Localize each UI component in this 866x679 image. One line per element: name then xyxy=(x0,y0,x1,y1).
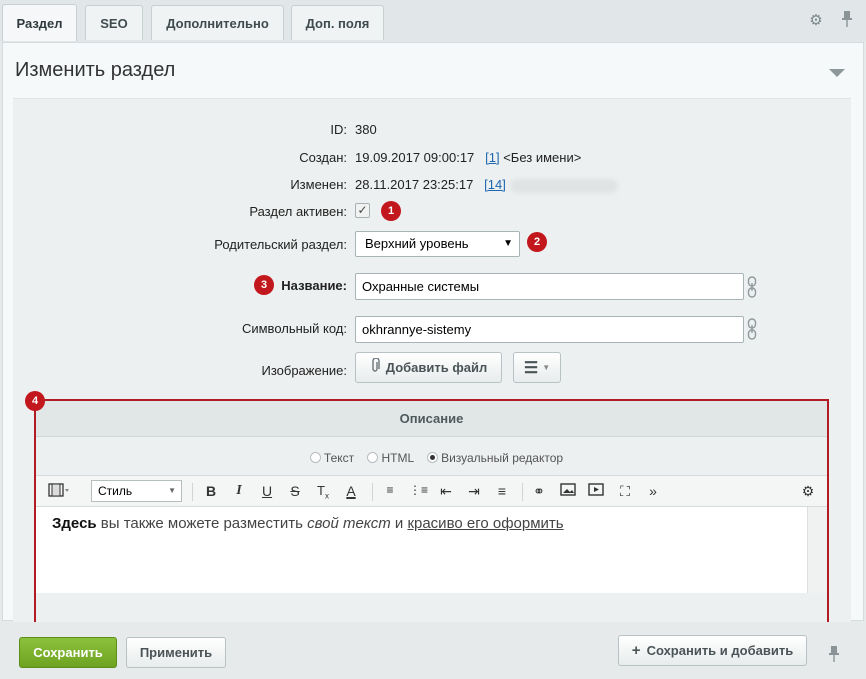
italic-icon[interactable]: I xyxy=(230,483,248,499)
modified-value: 28.11.2017 23:25:17 [14] xyxy=(355,177,618,193)
strikethrough-icon[interactable]: S xyxy=(286,483,304,499)
tab-bar: Раздел SEO Дополнительно Доп. поля ⚙ xyxy=(0,0,866,42)
parent-label: Родительский раздел: xyxy=(214,237,347,252)
editor-mode-switch: Текст HTML Визуальный редактор xyxy=(36,437,827,475)
toolbar-separator xyxy=(522,483,523,501)
tab-seo[interactable]: SEO xyxy=(85,5,143,40)
content-bold: Здесь xyxy=(52,515,97,532)
blurred-user-name xyxy=(509,178,618,193)
badge-4: 4 xyxy=(25,391,45,411)
bullet-list-icon[interactable]: ⋮≡ xyxy=(409,483,428,497)
hamburger-icon: ☰ xyxy=(523,359,539,377)
underline-icon[interactable]: U xyxy=(258,483,276,499)
badge-2: 2 xyxy=(527,232,547,252)
footer-bar: Сохранить Применить + Сохранить и добави… xyxy=(0,622,866,679)
style-select-value: Стиль xyxy=(98,484,133,498)
more-icon[interactable]: » xyxy=(644,483,662,499)
editor-scrollbar[interactable] xyxy=(807,507,827,593)
content-italic: свой текст xyxy=(307,515,391,532)
page-title: Изменить раздел xyxy=(15,59,176,81)
mode-visual-label[interactable]: Визуальный редактор xyxy=(441,451,563,465)
ordered-list-icon[interactable]: ≡ xyxy=(381,483,399,497)
badge-3: 3 xyxy=(254,275,274,295)
plus-icon: + xyxy=(631,642,641,659)
chevron-down-icon: ▼ xyxy=(168,486,176,495)
mode-text-label[interactable]: Текст xyxy=(324,451,354,465)
editor-content[interactable]: Здесь вы также можете разместить свой те… xyxy=(36,507,827,593)
add-file-label: Добавить файл xyxy=(385,360,488,375)
pin-icon[interactable] xyxy=(828,646,840,665)
apply-button[interactable]: Применить xyxy=(126,637,226,668)
gear-icon[interactable]: ⚙ xyxy=(799,483,817,500)
bold-icon[interactable]: B xyxy=(202,483,220,499)
toolbar-separator xyxy=(192,483,193,501)
created-date: 19.09.2017 09:00:17 xyxy=(355,150,475,165)
name-label: Название: xyxy=(281,278,347,293)
modified-label: Изменен: xyxy=(290,177,347,192)
indent-icon[interactable]: ⇥ xyxy=(465,483,483,500)
code-input[interactable]: okhrannye-sistemy xyxy=(355,316,744,343)
dropdown-arrow-icon: ▼ xyxy=(503,238,513,249)
name-input[interactable]: Охранные системы xyxy=(355,273,744,300)
created-user-name: <Без имени> xyxy=(503,150,582,165)
editor-header: Описание xyxy=(36,401,827,437)
chain-link-icon[interactable] xyxy=(747,276,757,301)
tab-extra-fields[interactable]: Доп. поля xyxy=(291,5,384,40)
tab-section[interactable]: Раздел xyxy=(2,4,77,41)
add-file-button[interactable]: Добавить файл xyxy=(355,352,502,383)
modified-date: 28.11.2017 23:25:17 xyxy=(355,177,474,192)
badge-1: 1 xyxy=(381,201,401,221)
gear-icon[interactable]: ⚙ xyxy=(807,11,825,29)
content-plain: вы также можете разместить xyxy=(96,515,308,532)
chevron-down-icon: ▼ xyxy=(542,363,551,372)
save-and-add-button[interactable]: + Сохранить и добавить xyxy=(618,635,807,666)
paperclip-icon xyxy=(370,357,380,377)
description-editor: Описание Текст HTML Визуальный редактор … xyxy=(34,399,829,624)
align-justify-icon[interactable]: ≡ xyxy=(493,483,511,499)
mode-html-label[interactable]: HTML xyxy=(381,451,413,465)
content-underline: красиво его оформить xyxy=(407,515,564,532)
save-button[interactable]: Сохранить xyxy=(19,637,117,668)
image-label: Изображение: xyxy=(261,363,347,378)
video-icon[interactable] xyxy=(587,483,605,499)
radio-html[interactable] xyxy=(367,452,379,463)
code-label: Символьный код: xyxy=(241,321,347,336)
active-label: Раздел активен: xyxy=(249,204,347,219)
fullscreen-icon[interactable]: ⛶ xyxy=(616,483,634,500)
save-and-add-label: Сохранить и добавить xyxy=(646,643,794,658)
film-icon[interactable] xyxy=(45,483,73,500)
link-icon[interactable]: ⚭ xyxy=(530,483,548,500)
image-icon[interactable] xyxy=(559,483,577,499)
menu-button[interactable]: ☰ ▼ xyxy=(513,352,561,383)
created-value: 19.09.2017 09:00:17 [1] <Без имени> xyxy=(355,150,581,165)
created-label: Создан: xyxy=(299,150,347,165)
id-label: ID: xyxy=(330,122,347,137)
radio-text[interactable] xyxy=(309,452,321,463)
radio-visual[interactable] xyxy=(427,452,439,463)
pin-icon[interactable] xyxy=(838,11,856,29)
text-color-icon[interactable]: A xyxy=(342,483,360,499)
parent-section-value: Верхний уровень xyxy=(365,236,469,251)
clear-format-icon[interactable]: Tx xyxy=(314,483,332,501)
active-checkbox[interactable]: ✓ xyxy=(355,203,370,218)
collapse-arrow-icon[interactable] xyxy=(829,69,845,77)
created-user-link[interactable]: [1] xyxy=(485,150,499,165)
modified-user-link[interactable]: [14] xyxy=(484,177,506,192)
editor-toolbar: Стиль ▼ B I U S Tx A ≡ ⋮≡ ⇤ ⇥ ≡ ⚭ ⛶ » ⚙ xyxy=(36,475,827,507)
tab-additional[interactable]: Дополнительно xyxy=(151,5,284,40)
id-value: 380 xyxy=(355,122,377,137)
parent-section-select[interactable]: Верхний уровень ▼ xyxy=(355,231,520,257)
content-and: и xyxy=(390,515,408,532)
toolbar-separator xyxy=(372,483,373,501)
outdent-icon[interactable]: ⇤ xyxy=(437,483,455,500)
chain-link-icon[interactable] xyxy=(747,318,757,343)
style-select[interactable]: Стиль ▼ xyxy=(91,480,182,502)
